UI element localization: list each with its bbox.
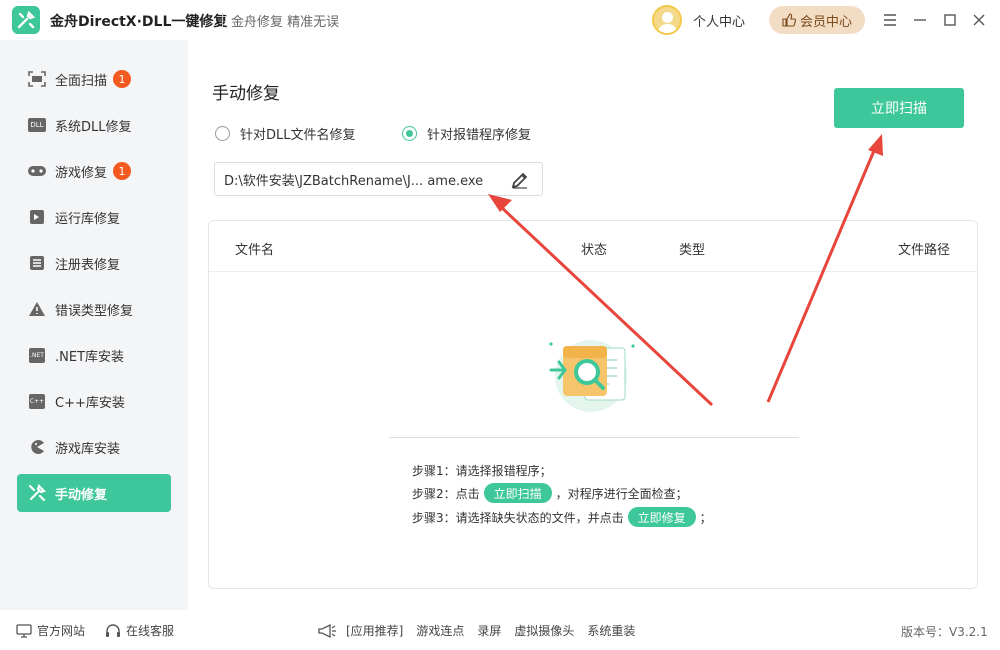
pencil-edit-icon[interactable]: [510, 170, 530, 190]
notification-badge: 1: [113, 162, 132, 180]
column-header-status[interactable]: 状态: [581, 239, 607, 258]
footer-link-game-clicker[interactable]: 游戏连点: [416, 622, 464, 639]
thumbs-up-icon: [782, 13, 796, 27]
empty-search-illustration-icon: [549, 340, 635, 412]
step-1-text: 步骤1：请选择报错程序；: [412, 462, 552, 479]
radio-error-program[interactable]: 针对报错程序修复: [402, 124, 531, 143]
minimize-icon[interactable]: [910, 10, 930, 30]
headset-icon: [106, 623, 120, 637]
version-label: 版本号：V3.2.1: [901, 625, 988, 639]
radio-label: 针对报错程序修复: [427, 128, 532, 143]
page-title: 手动修复: [212, 84, 280, 104]
footer: 官方网站 在线客服 [应用推荐] 游戏连点 录屏 虚拟摄像头 系统重装 版本号：…: [0, 610, 1000, 650]
column-header-type[interactable]: 类型: [679, 239, 705, 258]
file-table: 文件名 状态 类型 文件路径 步骤1：请选择报错程序； 步骤2：点击 立即扫描 …: [208, 220, 978, 589]
cpp-icon: C++: [27, 391, 47, 411]
official-site-link[interactable]: 官方网站: [16, 622, 85, 639]
runtime-icon: [27, 207, 47, 227]
dll-icon: DLL: [27, 115, 47, 135]
pacman-icon: [27, 437, 47, 457]
title-bar: 金舟DirectX·DLL一键修复 金舟修复 精准无误 个人中心 会员中心: [0, 0, 1000, 40]
column-header-filename[interactable]: 文件名: [235, 239, 274, 258]
cpp-icon-text: C++: [28, 393, 46, 409]
main-area: 手动修复 针对DLL文件名修复 针对报错程序修复 D:\软件安装\JZBatch…: [188, 40, 1000, 610]
sidebar-item-cpp[interactable]: C++ C++库安装: [17, 382, 171, 420]
sidebar-item-system-dll[interactable]: DLL 系统DLL修复: [17, 106, 171, 144]
sidebar-item-game-repair[interactable]: 游戏修复 1: [17, 152, 171, 190]
sidebar-item-label: 手动修复: [55, 487, 108, 503]
menu-icon[interactable]: [880, 10, 900, 30]
recommend-label: [应用推荐]: [346, 624, 404, 638]
step-2-prefix: 步骤2：点击: [412, 486, 480, 501]
registry-icon: [27, 253, 47, 273]
monitor-icon: [16, 623, 32, 638]
app-slogan: 金舟修复 精准无误: [231, 15, 340, 30]
wrench-icon: [27, 483, 47, 503]
footer-link-system-reinstall[interactable]: 系统重装: [587, 622, 635, 639]
sidebar-item-dotnet[interactable]: .NET .NET库安装: [17, 336, 171, 374]
sidebar-item-manual-repair[interactable]: 手动修复: [17, 474, 171, 512]
sidebar-item-label: 错误类型修复: [55, 303, 134, 319]
user-center-link[interactable]: 个人中心: [693, 11, 745, 30]
column-header-filepath[interactable]: 文件路径: [898, 239, 950, 258]
radio-label: 针对DLL文件名修复: [240, 128, 356, 143]
sidebar-item-label: .NET库安装: [55, 349, 125, 365]
step-3-text: 步骤3：请选择缺失状态的文件，并点击 立即修复 ；: [412, 507, 712, 527]
sidebar-item-label: 全面扫描: [55, 73, 108, 89]
sidebar-item-game-library[interactable]: 游戏库安装: [17, 428, 171, 466]
sidebar-item-label: 注册表修复: [55, 257, 121, 273]
app-logo-icon: [12, 6, 40, 34]
official-site-label: 官方网站: [37, 624, 86, 638]
recommend-section: [应用推荐] 游戏连点 录屏 虚拟摄像头 系统重装: [317, 622, 635, 639]
main-panel: 手动修复 针对DLL文件名修复 针对报错程序修复 D:\软件安装\JZBatch…: [188, 40, 1000, 610]
sidebar-item-label: 运行库修复: [55, 211, 121, 227]
sidebar-item-label: C++库安装: [55, 395, 125, 411]
step-3-suffix: ；: [699, 510, 712, 525]
step-scan-now-button[interactable]: 立即扫描: [483, 483, 552, 503]
footer-link-virtual-camera[interactable]: 虚拟摄像头: [514, 622, 574, 639]
sidebar-item-full-scan[interactable]: 全面扫描 1: [17, 60, 171, 98]
warning-icon: [27, 299, 47, 319]
radio-button[interactable]: [215, 126, 230, 141]
gamepad-icon: [27, 161, 47, 181]
radio-button-checked[interactable]: [402, 126, 417, 141]
program-path-field[interactable]: D:\软件安装\JZBatchRename\J... ame.exe: [214, 162, 543, 196]
step-repair-now-button[interactable]: 立即修复: [627, 507, 696, 527]
steps-divider: [389, 437, 799, 438]
avatar[interactable]: [652, 5, 682, 35]
sidebar-item-error-type[interactable]: 错误类型修复: [17, 290, 171, 328]
sidebar-item-label: 游戏库安装: [55, 441, 121, 457]
dotnet-icon-text: .NET: [29, 347, 45, 363]
radio-dll-filename[interactable]: 针对DLL文件名修复: [215, 124, 356, 143]
scan-icon: [27, 69, 47, 89]
sidebar-item-runtime[interactable]: 运行库修复: [17, 198, 171, 236]
step-2-text: 步骤2：点击 立即扫描 ，对程序进行全面检查；: [412, 483, 688, 503]
online-service-label: 在线客服: [126, 624, 175, 638]
scan-now-button[interactable]: 立即扫描: [834, 88, 964, 128]
close-icon[interactable]: [969, 10, 989, 30]
megaphone-icon: [318, 623, 336, 638]
step-3-prefix: 步骤3：请选择缺失状态的文件，并点击: [412, 510, 624, 525]
vip-center-button[interactable]: 会员中心: [769, 6, 865, 34]
sidebar: 全面扫描 1 DLL 系统DLL修复 游戏修复 1 运行库修复 注册表修复 错误…: [0, 40, 188, 610]
program-path-value: D:\软件安装\JZBatchRename\J... ame.exe: [224, 173, 484, 189]
online-service-link[interactable]: 在线客服: [105, 622, 174, 639]
step-2-suffix: ，对程序进行全面检查；: [555, 486, 688, 501]
vip-center-label: 会员中心: [799, 14, 852, 30]
app-title: 金舟DirectX·DLL一键修复: [50, 14, 228, 30]
dll-icon-text: DLL: [28, 118, 46, 132]
footer-link-screen-record[interactable]: 录屏: [477, 622, 501, 639]
dotnet-icon: .NET: [27, 345, 47, 365]
table-header-divider: [209, 271, 977, 272]
sidebar-item-label: 系统DLL修复: [55, 119, 132, 135]
maximize-icon[interactable]: [940, 10, 960, 30]
sidebar-item-registry[interactable]: 注册表修复: [17, 244, 171, 282]
title-divider: [222, 13, 223, 27]
step-1-label: 步骤1：请选择报错程序；: [412, 464, 552, 478]
sidebar-item-label: 游戏修复: [55, 165, 108, 181]
notification-badge: 1: [113, 70, 132, 88]
